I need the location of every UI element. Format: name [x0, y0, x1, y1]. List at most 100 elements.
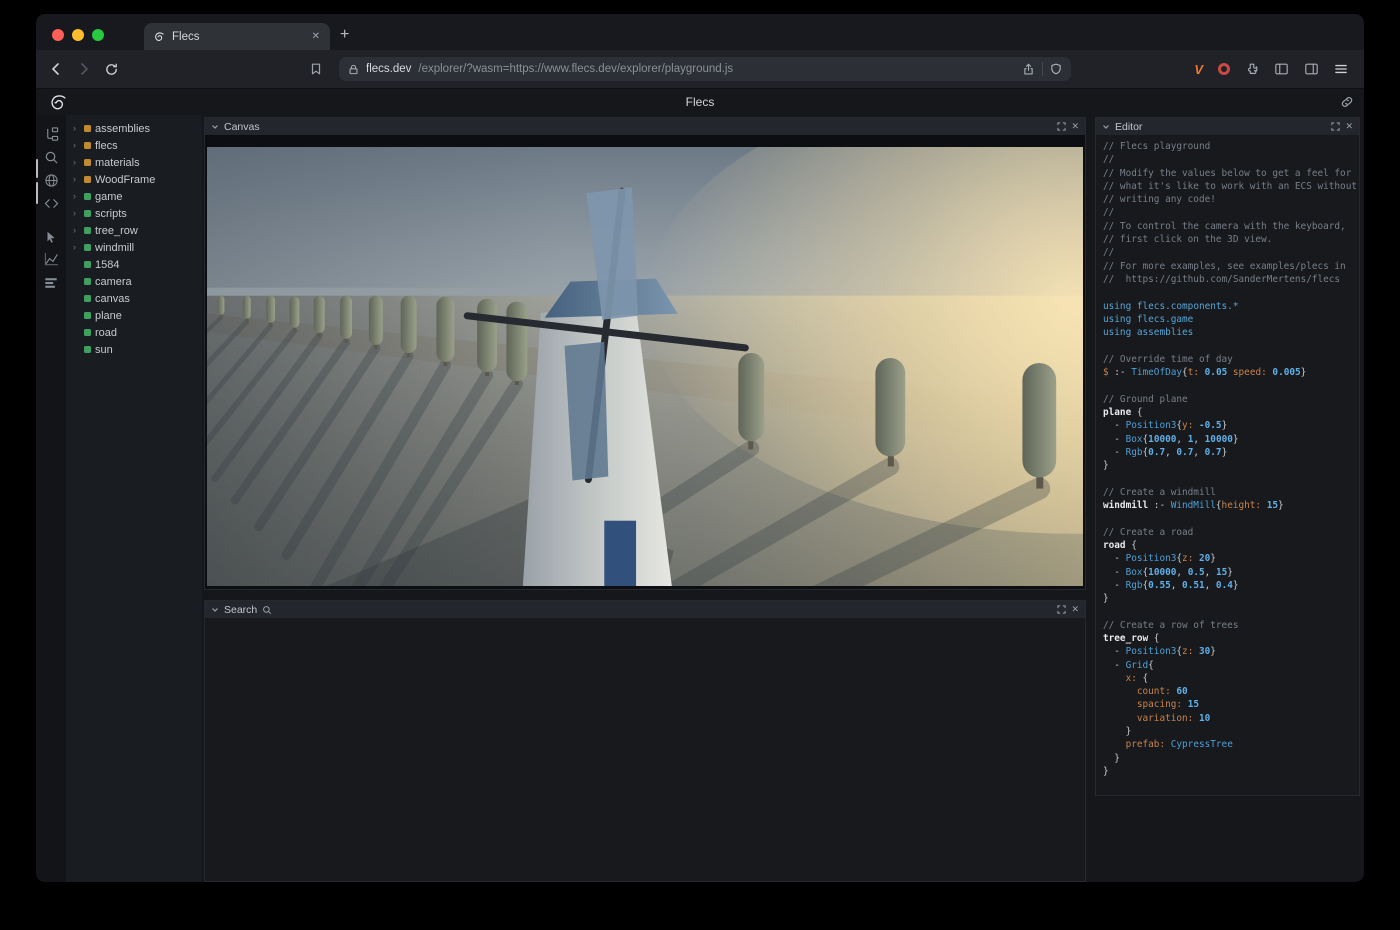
bookmark-sidebar-button[interactable]: [309, 62, 323, 76]
browser-tab[interactable]: Flecs ✕: [144, 23, 330, 50]
brave-shield-icon[interactable]: [1050, 63, 1062, 75]
close-panel-icon[interactable]: ✕: [1071, 122, 1079, 131]
entity-tree-icon[interactable]: [43, 127, 59, 142]
tree-item[interactable]: › windmill: [66, 239, 202, 256]
menu-button[interactable]: [1334, 63, 1348, 75]
tree-expand-chevron-icon[interactable]: ›: [73, 243, 80, 252]
code-line: - Position3{z: 20}: [1103, 552, 1357, 565]
entity-kind-square-icon: [84, 329, 91, 336]
tree-expand-chevron-icon[interactable]: ›: [73, 226, 80, 235]
code-line: - Position3{y: -0.5}: [1103, 419, 1357, 432]
code-line: // To control the camera with the keyboa…: [1103, 220, 1357, 233]
close-window-button[interactable]: [52, 29, 64, 41]
editor-code[interactable]: // Flecs playground//// Modify the value…: [1096, 135, 1359, 795]
traffic-lights: [36, 29, 118, 50]
tree-item[interactable]: › assemblies: [66, 120, 202, 137]
tree-item[interactable]: › sun: [66, 341, 202, 358]
tree-item[interactable]: › canvas: [66, 290, 202, 307]
profiler-rows-icon[interactable]: [43, 275, 59, 290]
main-column: Canvas ✕: [202, 115, 1088, 882]
entity-tree: › assemblies › flecs › materials › WoodF…: [66, 115, 202, 882]
minimize-window-button[interactable]: [72, 29, 84, 41]
code-line: - Rgb{0.55, 0.51, 0.4}: [1103, 579, 1357, 592]
editor-panel: Editor ✕ // Flecs playground//// Modify …: [1095, 117, 1360, 796]
canvas-panel-title: Canvas: [224, 121, 260, 133]
extensions-puzzle-button[interactable]: [1245, 62, 1259, 76]
code-line: [1103, 379, 1357, 392]
expand-panel-icon[interactable]: [1057, 605, 1066, 614]
tab-title: Flecs: [172, 31, 303, 43]
tab-close-icon[interactable]: ✕: [310, 30, 322, 44]
v-extension-button[interactable]: V: [1194, 62, 1203, 77]
tree-item[interactable]: › camera: [66, 273, 202, 290]
entity-kind-square-icon: [84, 261, 91, 268]
tree-item-label: sun: [95, 344, 113, 356]
entity-kind-square-icon: [84, 227, 91, 234]
code-line: - Position3{z: 30}: [1103, 645, 1357, 658]
entity-kind-square-icon: [84, 244, 91, 251]
tree-item[interactable]: › flecs: [66, 137, 202, 154]
site-lock-icon[interactable]: [348, 64, 359, 75]
entity-kind-square-icon: [84, 142, 91, 149]
editor-panel-header: Editor ✕: [1096, 118, 1359, 135]
inspector-cursor-icon[interactable]: [43, 229, 59, 244]
tree-item[interactable]: › scripts: [66, 205, 202, 222]
tree-item[interactable]: › road: [66, 324, 202, 341]
expand-panel-icon[interactable]: [1331, 122, 1340, 131]
expand-panel-icon[interactable]: [1057, 122, 1066, 131]
canvas-body: [205, 135, 1085, 589]
code-line: // Flecs playground: [1103, 140, 1357, 153]
tree-expand-chevron-icon[interactable]: ›: [73, 158, 80, 167]
chevron-down-icon[interactable]: [211, 123, 219, 131]
code-line: // writing any code!: [1103, 193, 1357, 206]
url-path: /explorer/?wasm=https://www.flecs.dev/ex…: [418, 63, 1015, 75]
tree-item-label: road: [95, 327, 117, 339]
reload-button[interactable]: [104, 62, 119, 77]
tree-item-label: camera: [95, 276, 132, 288]
close-panel-icon[interactable]: ✕: [1071, 605, 1079, 614]
record-extension-button[interactable]: [1218, 63, 1230, 75]
tree-item-label: WoodFrame: [95, 174, 155, 186]
tree-item[interactable]: › game: [66, 188, 202, 205]
icon-rail: [36, 115, 66, 882]
tree-expand-chevron-icon[interactable]: ›: [73, 124, 80, 133]
tree-item[interactable]: › 1584: [66, 256, 202, 273]
code-line: plane {: [1103, 406, 1357, 419]
code-line: - Box{10000, 0.5, 15}: [1103, 566, 1357, 579]
sidebar-toggle-button[interactable]: [1274, 62, 1289, 76]
search-icon[interactable]: [43, 150, 59, 165]
tree-expand-chevron-icon[interactable]: ›: [73, 192, 80, 201]
code-line: }: [1103, 752, 1357, 765]
tree-expand-chevron-icon[interactable]: ›: [73, 209, 80, 218]
world-icon[interactable]: [43, 173, 59, 188]
chevron-down-icon[interactable]: [211, 606, 219, 614]
share-button[interactable]: [1022, 63, 1035, 76]
reading-panel-button[interactable]: [1304, 62, 1319, 76]
canvas-3d-scene[interactable]: [207, 147, 1083, 586]
permalink-icon[interactable]: [1340, 95, 1354, 109]
stats-chart-icon[interactable]: [43, 252, 59, 267]
tree-item-label: windmill: [95, 242, 134, 254]
forward-button[interactable]: [76, 61, 92, 77]
tree-item-label: 1584: [95, 259, 119, 271]
tree-item[interactable]: › plane: [66, 307, 202, 324]
entity-kind-square-icon: [84, 176, 91, 183]
tree-expand-chevron-icon[interactable]: ›: [73, 141, 80, 150]
zoom-window-button[interactable]: [92, 29, 104, 41]
code-line: x: {: [1103, 672, 1357, 685]
editor-column: Editor ✕ // Flecs playground//// Modify …: [1095, 117, 1360, 882]
tree-item-label: assemblies: [95, 123, 150, 135]
code-editor-icon[interactable]: [43, 196, 59, 211]
back-button[interactable]: [48, 61, 64, 77]
search-results-area[interactable]: [205, 618, 1085, 881]
chevron-down-icon[interactable]: [1102, 123, 1110, 131]
code-line: spacing: 15: [1103, 698, 1357, 711]
tree-item[interactable]: › tree_row: [66, 222, 202, 239]
tree-expand-chevron-icon[interactable]: ›: [73, 175, 80, 184]
tree-item[interactable]: › materials: [66, 154, 202, 171]
tree-item[interactable]: › WoodFrame: [66, 171, 202, 188]
code-line: - Rgb{0.7, 0.7, 0.7}: [1103, 446, 1357, 459]
close-panel-icon[interactable]: ✕: [1345, 122, 1353, 131]
address-bar[interactable]: flecs.dev /explorer/?wasm=https://www.fl…: [339, 57, 1071, 81]
new-tab-button[interactable]: +: [330, 26, 359, 50]
